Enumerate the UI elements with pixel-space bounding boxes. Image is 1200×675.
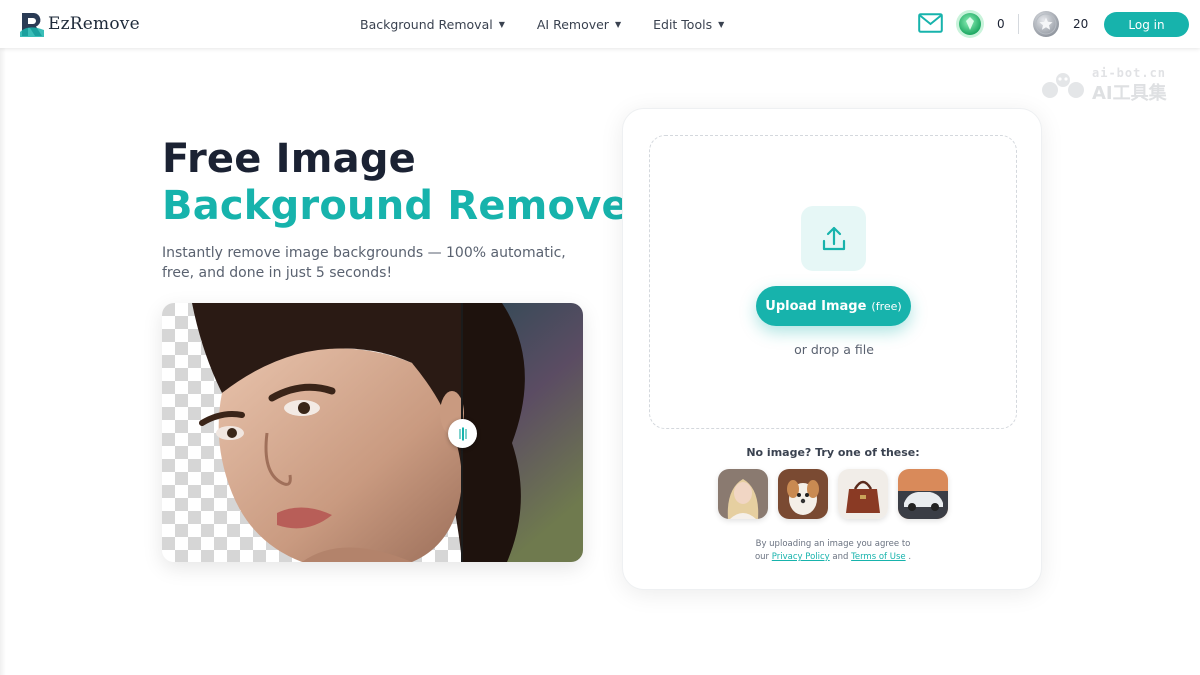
gem-icon[interactable] xyxy=(955,9,985,39)
drop-file-hint: or drop a file xyxy=(794,342,874,357)
portrait-image xyxy=(162,303,583,562)
nav-ai-remover[interactable]: AI Remover ▼ xyxy=(537,17,621,32)
sample-images xyxy=(718,469,958,519)
logo-icon xyxy=(20,13,44,37)
header-divider xyxy=(1018,14,1019,34)
upload-button-suffix: (free) xyxy=(871,299,902,313)
watermark: ai-bot.cn AI工具集 xyxy=(1040,66,1180,104)
watermark-logo-icon xyxy=(1042,73,1084,98)
terms-text: our xyxy=(754,552,770,562)
terms-of-use-link[interactable]: Terms of Use xyxy=(851,552,906,562)
caret-down-icon: ▼ xyxy=(718,20,725,29)
coin-icon[interactable] xyxy=(1031,9,1061,39)
login-button[interactable]: Log in xyxy=(1104,12,1189,37)
logo-text: EzRemove xyxy=(48,14,140,34)
upload-icon[interactable] xyxy=(801,206,866,271)
top-header: EzRemove Background Removal ▼ AI Remover… xyxy=(0,0,1200,48)
caret-down-icon: ▼ xyxy=(498,20,505,29)
terms-notice: By uploading an image you agree to our P… xyxy=(623,538,1043,564)
terms-line: By uploading an image you agree to xyxy=(755,539,911,549)
gem-count: 0 xyxy=(997,17,1005,31)
terms-text: . xyxy=(908,552,912,562)
nav-label: Edit Tools xyxy=(653,17,713,32)
upload-button-label: Upload Image xyxy=(765,298,867,314)
file-drop-zone[interactable]: Upload Image (free) or drop a file xyxy=(649,135,1017,429)
logo[interactable]: EzRemove xyxy=(18,10,140,38)
main-nav: Background Removal ▼ AI Remover ▼ Edit T… xyxy=(360,17,756,32)
nav-label: AI Remover xyxy=(536,17,609,32)
sample-woman-portrait[interactable] xyxy=(718,469,768,519)
sample-car[interactable] xyxy=(898,469,948,519)
watermark-text: AI工具集 xyxy=(1092,83,1167,104)
terms-text: and xyxy=(832,552,849,562)
nav-label: Background Removal xyxy=(360,17,493,32)
left-edge-shade xyxy=(0,48,6,675)
terms-line: our Privacy Policy and Terms of Use . xyxy=(623,551,1043,564)
samples-label: No image? Try one of these: xyxy=(746,446,920,459)
hero-title-highlight: Background Remover xyxy=(162,183,649,229)
hero-subtitle: Instantly remove image backgrounds — 100… xyxy=(162,245,566,281)
hero-title: Free Image xyxy=(162,136,416,182)
mail-icon[interactable] xyxy=(918,13,943,33)
before-after-preview[interactable] xyxy=(162,303,583,562)
privacy-policy-link[interactable]: Privacy Policy xyxy=(772,552,830,562)
sample-handbag[interactable] xyxy=(838,469,888,519)
nav-background-removal[interactable]: Background Removal ▼ xyxy=(360,17,505,32)
coin-count: 20 xyxy=(1073,17,1089,31)
upload-card: Upload Image (free) or drop a file No im… xyxy=(622,108,1042,590)
upload-image-button[interactable]: Upload Image (free) xyxy=(756,286,911,326)
nav-edit-tools[interactable]: Edit Tools ▼ xyxy=(653,17,724,32)
watermark-text: ai-bot.cn xyxy=(1092,66,1167,80)
caret-down-icon: ▼ xyxy=(614,20,622,29)
compare-drag-handle-icon[interactable] xyxy=(448,419,477,448)
sample-puppy[interactable] xyxy=(778,469,828,519)
